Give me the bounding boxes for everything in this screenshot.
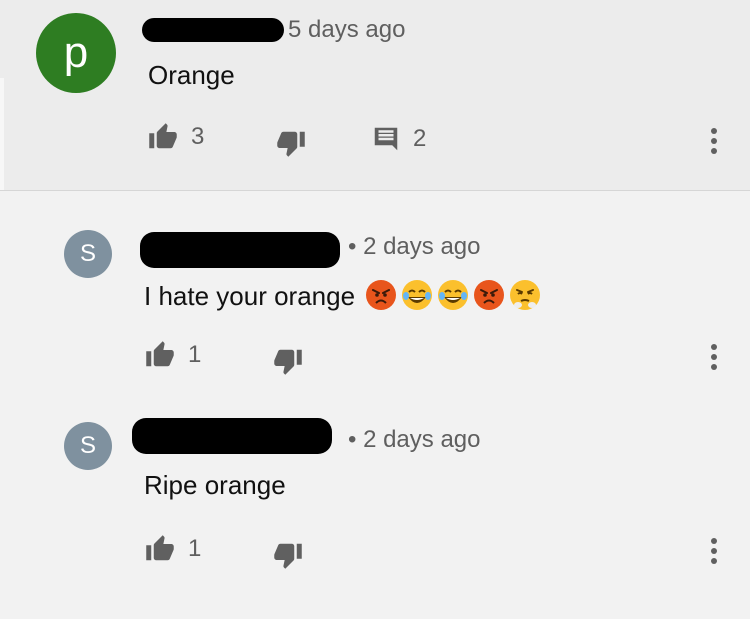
avatar[interactable]: S [64,230,112,278]
like-button[interactable]: 1 [144,534,201,564]
comment-body: I hate your orange [144,281,356,311]
thumbs-up-icon [146,535,174,561]
like-count: 3 [191,123,205,150]
more-options-button[interactable] [708,342,720,372]
comment-text: Orange [148,60,235,90]
emoji-row [365,279,541,311]
thumbs-up-icon [149,123,177,149]
comment-timestamp: • 2 days ago [348,233,481,260]
thumbs-down-icon [277,131,305,157]
avatar-letter: S [79,432,96,459]
comment-timestamp: • 2 days ago [348,426,481,453]
avatar-letter: p [63,28,89,77]
steam-nose-face-icon [510,280,541,310]
thumbs-down-icon [274,349,302,375]
avatar-letter: S [79,240,96,267]
comment-text: Ripe orange [144,470,286,500]
angry-face-icon [366,280,397,310]
avatar[interactable]: S [64,422,112,470]
like-button[interactable]: 3 [147,122,204,152]
more-vertical-icon [711,344,717,370]
reply-button[interactable]: 2 [371,124,426,154]
laughing-tears-face-icon [438,280,469,310]
divider [0,78,4,190]
redacted-username [132,418,332,454]
comment-text: I hate your orange [144,279,541,312]
like-count: 1 [188,535,202,562]
avatar[interactable]: p [36,13,116,93]
dislike-button[interactable] [275,128,307,158]
angry-face-icon [474,280,505,310]
like-count: 1 [188,341,202,368]
thumbs-up-icon [146,341,174,367]
reply-count: 2 [413,125,427,152]
redacted-username [140,232,340,268]
thumbs-down-icon [274,543,302,569]
dislike-button[interactable] [272,540,304,570]
more-options-button[interactable] [708,536,720,566]
more-vertical-icon [711,538,717,564]
dislike-button[interactable] [272,346,304,376]
more-options-button[interactable] [708,126,720,156]
laughing-tears-face-icon [402,280,433,310]
like-button[interactable]: 1 [144,340,201,370]
comment-timestamp: 5 days ago [288,16,406,43]
more-vertical-icon [711,128,717,154]
comment-icon [374,127,398,151]
redacted-username [142,18,284,42]
